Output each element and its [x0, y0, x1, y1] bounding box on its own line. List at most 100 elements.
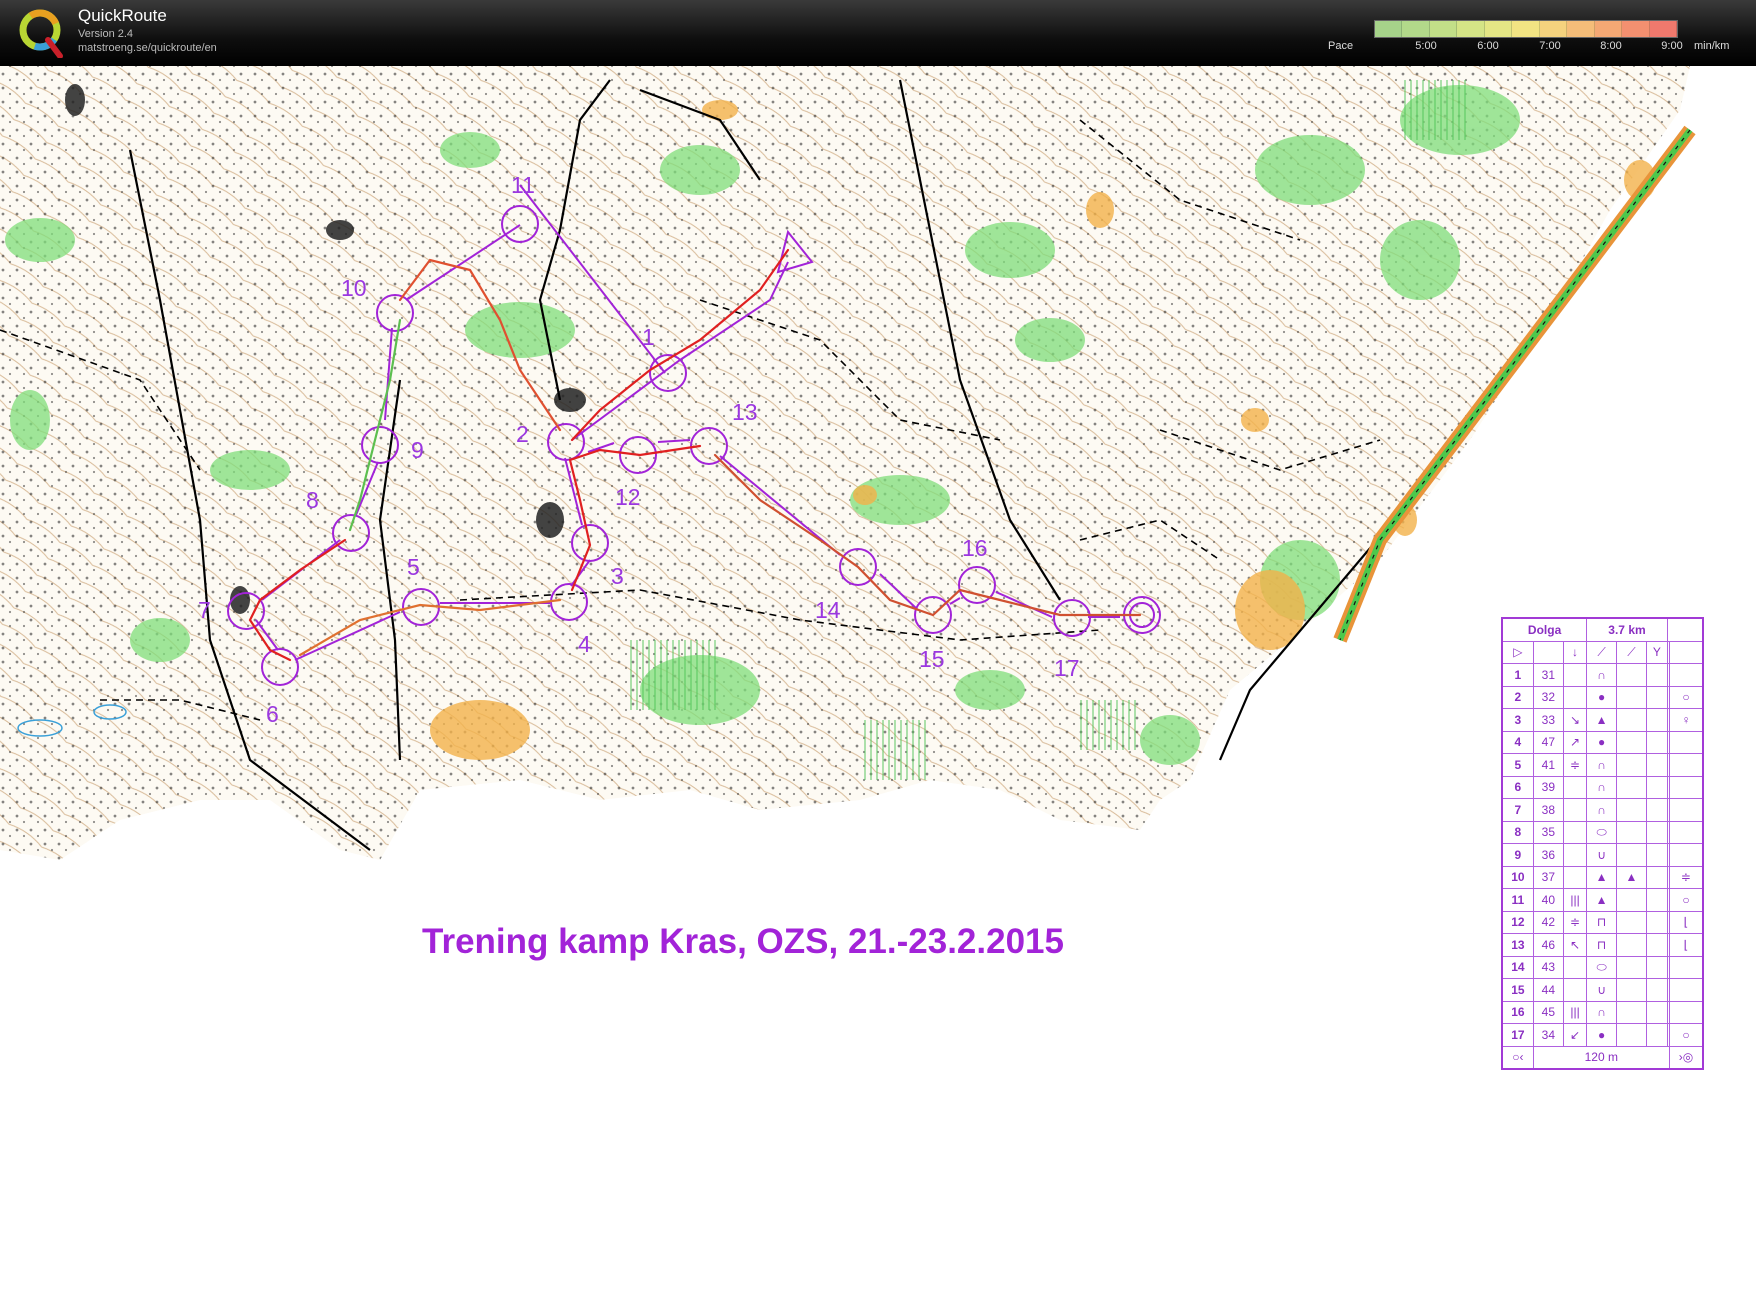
- control-number: 8: [306, 487, 319, 513]
- pace-color-bar: [1374, 20, 1678, 38]
- card-col-h: ○: [1668, 685, 1704, 709]
- card-col-e: [1616, 933, 1647, 957]
- top-bar: QuickRoute Version 2.4 matstroeng.se/qui…: [0, 0, 1756, 66]
- card-col-e: [1616, 820, 1647, 844]
- pace-color-segment: [1567, 21, 1595, 37]
- feature-slope-icon: ⟋: [1616, 640, 1647, 664]
- pace-tick: 9:00: [1661, 40, 1683, 52]
- card-start-row: ▷ ↓ ⟋ ⟋ Y: [1501, 640, 1704, 664]
- pace-color-segment: [1457, 21, 1485, 37]
- card-control-row: 8 35 ⬭: [1501, 820, 1704, 844]
- feature-fork-icon: Y: [1645, 640, 1668, 664]
- direction-down-icon: ↓: [1562, 640, 1588, 664]
- card-col-d: ∩: [1586, 798, 1618, 822]
- card-control-code: 36: [1532, 843, 1564, 867]
- card-col-h: [1668, 730, 1704, 754]
- map-canvas[interactable]: 1 2 3 4 5 6 7 8 9 10 11 12 13 14 15 16 1…: [0, 66, 1756, 1307]
- card-control-row: 1 31 ∩: [1501, 663, 1704, 687]
- pace-tick: 8:00: [1600, 40, 1622, 52]
- card-col-e: [1616, 798, 1647, 822]
- card-control-code: 44: [1532, 978, 1564, 1002]
- card-control-code: 31: [1532, 663, 1564, 687]
- card-control-code: 39: [1532, 775, 1564, 799]
- card-col-f: [1645, 753, 1668, 777]
- card-control-row: 13 46 ↖ ⊓ ⌊: [1501, 933, 1704, 957]
- card-control-number: 16: [1501, 1000, 1534, 1024]
- control-number: 14: [815, 597, 841, 623]
- card-col-d: ∩: [1586, 1000, 1618, 1024]
- card-col-d: ∩: [1586, 775, 1618, 799]
- card-control-number: 17: [1501, 1023, 1534, 1047]
- card-col-c: ≑: [1562, 910, 1588, 934]
- card-col-c: |||: [1562, 1000, 1588, 1024]
- card-control-number: 5: [1501, 753, 1534, 777]
- pace-unit: min/km: [1694, 40, 1730, 52]
- card-col-h: [1668, 753, 1704, 777]
- orienteering-map[interactable]: 1 2 3 4 5 6 7 8 9 10 11 12 13 14 15 16 1…: [0, 66, 1756, 1307]
- card-col-d: ⊓: [1586, 933, 1618, 957]
- card-control-code: 34: [1532, 1023, 1564, 1047]
- card-finish-row: ○‹ 120 m ›◎: [1501, 1045, 1704, 1070]
- app-title: QuickRoute: [78, 6, 167, 25]
- card-col-f: [1645, 663, 1668, 687]
- card-col-d: ▲: [1586, 708, 1618, 732]
- card-col-d: ⊓: [1586, 910, 1618, 934]
- card-control-number: 3: [1501, 708, 1534, 732]
- app-version: Version 2.4: [78, 28, 134, 40]
- card-col-f: [1645, 730, 1668, 754]
- pace-color-segment: [1402, 21, 1430, 37]
- card-control-row: 9 36 ∪: [1501, 843, 1704, 867]
- card-control-code: 37: [1532, 865, 1564, 889]
- card-col-f: [1645, 798, 1668, 822]
- card-col-d: ∩: [1586, 753, 1618, 777]
- card-control-code: 41: [1532, 753, 1564, 777]
- card-course-length: 3.7 km: [1586, 617, 1668, 642]
- card-control-code: 40: [1532, 888, 1564, 912]
- card-control-row: 5 41 ≑ ∩: [1501, 753, 1704, 777]
- card-header-row: Dolga 3.7 km: [1501, 617, 1704, 642]
- card-col-c: [1562, 798, 1588, 822]
- card-control-number: 12: [1501, 910, 1534, 934]
- card-control-number: 14: [1501, 955, 1534, 979]
- card-col-e: [1616, 708, 1647, 732]
- pace-color-segment: [1622, 21, 1650, 37]
- pace-color-segment: [1649, 21, 1677, 37]
- card-control-code: 46: [1532, 933, 1564, 957]
- card-col-h: ○: [1668, 888, 1704, 912]
- map-title: Trening kamp Kras, OZS, 21.-23.2.2015: [422, 922, 1064, 961]
- card-col-h: [1668, 955, 1704, 979]
- card-control-row: 7 38 ∩: [1501, 798, 1704, 822]
- card-col-f: [1645, 888, 1668, 912]
- card-control-row: 6 39 ∩: [1501, 775, 1704, 799]
- card-col-e: [1616, 843, 1647, 867]
- card-control-number: 10: [1501, 865, 1534, 889]
- app-url[interactable]: matstroeng.se/quickroute/en: [78, 42, 217, 54]
- card-col-e: [1616, 775, 1647, 799]
- control-number: 15: [919, 646, 945, 672]
- card-col-e: [1616, 730, 1647, 754]
- card-col-e: [1616, 663, 1647, 687]
- control-number: 16: [962, 535, 988, 561]
- control-number: 2: [516, 421, 529, 447]
- card-control-row: 3 33 ↘ ▲ ♀: [1501, 708, 1704, 732]
- card-col-d: ●: [1586, 685, 1618, 709]
- pace-color-segment: [1539, 21, 1568, 37]
- card-control-number: 15: [1501, 978, 1534, 1002]
- card-control-number: 2: [1501, 685, 1534, 709]
- card-control-row: 16 45 ||| ∩: [1501, 1000, 1704, 1024]
- card-col-e: [1616, 910, 1647, 934]
- card-control-row: 4 47 ↗ ●: [1501, 730, 1704, 754]
- card-control-code: 33: [1532, 708, 1564, 732]
- card-finish-distance: 120 m: [1532, 1045, 1670, 1070]
- control-number: 1: [642, 324, 655, 350]
- card-course-name: Dolga: [1501, 617, 1588, 642]
- card-control-code: 42: [1532, 910, 1564, 934]
- card-control-code: 38: [1532, 798, 1564, 822]
- pace-legend: Pace 5:00 6:00 7:00 8:00 9:00 min/km: [1320, 18, 1756, 62]
- control-number: 7: [198, 597, 211, 623]
- card-col-h: [1668, 663, 1704, 687]
- card-col-e: [1616, 955, 1647, 979]
- card-col-d: ∪: [1586, 978, 1618, 1002]
- card-col-d: ∩: [1586, 663, 1618, 687]
- finish-icon: ›◎: [1668, 1045, 1704, 1070]
